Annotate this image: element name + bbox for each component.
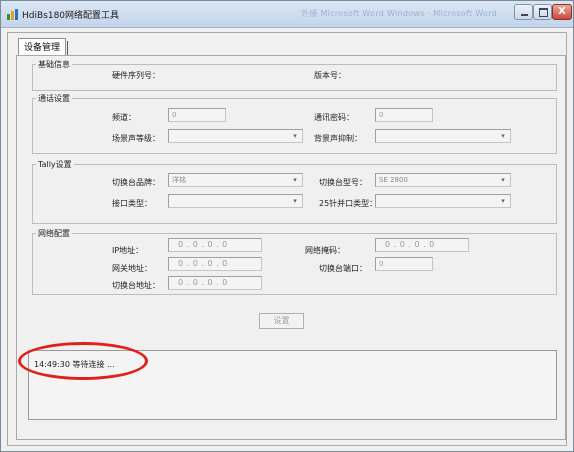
channel-label: 频道： <box>112 113 136 122</box>
switcher-port-label: 切换台端口： <box>319 264 367 273</box>
bg-suppress-select[interactable]: ▾ <box>375 129 511 143</box>
ip-address-input[interactable]: 0 . 0 . 0 . 0 <box>168 238 262 252</box>
switcher-model-value: SE 2800 <box>379 176 408 184</box>
pin25-type-select[interactable]: ▾ <box>375 194 511 208</box>
ip-address-label: IP地址： <box>112 246 144 255</box>
switcher-address-label: 切换台地址： <box>112 281 160 290</box>
tally-settings-legend: Tally设置 <box>36 159 74 170</box>
annotation-circle <box>18 342 148 380</box>
chevron-down-icon[interactable]: ▾ <box>289 196 301 206</box>
password-input[interactable]: 0 <box>375 108 433 122</box>
chevron-down-icon[interactable]: ▾ <box>289 131 301 141</box>
version-label: 版本号： <box>314 71 346 80</box>
scene-level-label: 场景声等级： <box>112 134 160 143</box>
comm-settings-legend: 通话设置 <box>36 93 72 104</box>
bg-suppress-label: 背景声抑制： <box>314 134 362 143</box>
switcher-brand-value: 洋铭 <box>172 176 186 184</box>
switcher-brand-label: 切换台品牌： <box>112 178 160 187</box>
maximize-button[interactable] <box>533 4 552 20</box>
comm-settings-group: 通话设置 <box>32 93 557 154</box>
netmask-label: 网络掩码： <box>305 246 345 255</box>
serial-label: 硬件序列号： <box>112 71 160 80</box>
scene-level-select[interactable]: ▾ <box>168 129 303 143</box>
switcher-model-select[interactable]: SE 2800 ▾ <box>375 173 511 187</box>
gateway-label: 网关地址： <box>112 264 152 273</box>
channel-input[interactable]: 0 <box>168 108 226 122</box>
gateway-input[interactable]: 0 . 0 . 0 . 0 <box>168 257 262 271</box>
switcher-address-input[interactable]: 0 . 0 . 0 . 0 <box>168 276 262 290</box>
interface-type-label: 接口类型： <box>112 199 152 208</box>
set-button[interactable]: 设置 <box>259 313 304 329</box>
minimize-button[interactable] <box>514 4 533 20</box>
password-label: 通讯密码： <box>314 113 354 122</box>
interface-type-select[interactable]: ▾ <box>168 194 303 208</box>
chevron-down-icon[interactable]: ▾ <box>497 196 509 206</box>
chevron-down-icon[interactable]: ▾ <box>497 175 509 185</box>
switcher-port-input[interactable]: 0 <box>375 257 433 271</box>
pin25-type-label: 25针并口类型： <box>319 199 378 208</box>
chevron-down-icon[interactable]: ▾ <box>497 131 509 141</box>
window-title: HdiBs180网络配置工具 <box>22 11 120 21</box>
network-config-group: 网络配置 <box>32 228 557 295</box>
basic-info-legend: 基础信息 <box>36 59 72 70</box>
title-bar[interactable]: HdiBs180网络配置工具 外接 Microsoft Word Windows… <box>1 1 573 28</box>
switcher-model-label: 切换台型号： <box>319 178 367 187</box>
basic-info-group: 基础信息 <box>32 59 557 91</box>
close-button[interactable]: X <box>552 4 572 20</box>
netmask-input[interactable]: 0 . 0 . 0 . 0 <box>375 238 469 252</box>
switcher-brand-select[interactable]: 洋铭 ▾ <box>168 173 303 187</box>
background-window-title: 外接 Microsoft Word Windows · Microsoft Wo… <box>301 9 498 18</box>
network-config-legend: 网络配置 <box>36 228 72 239</box>
chevron-down-icon[interactable]: ▾ <box>289 175 301 185</box>
app-icon <box>7 9 18 20</box>
